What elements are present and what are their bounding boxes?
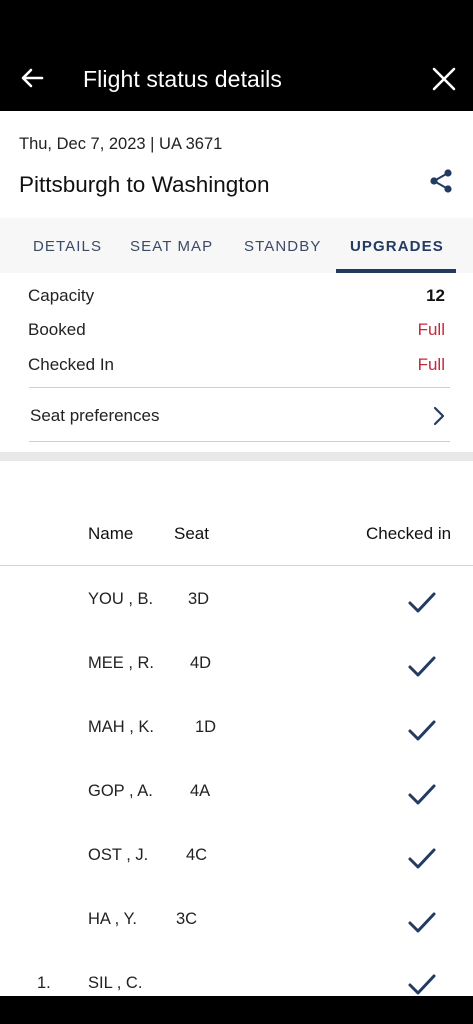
checkmark-icon: [408, 974, 436, 995]
flight-date-number: Thu, Dec 7, 2023 | UA 3671: [19, 135, 223, 153]
tab-standby[interactable]: STANDBY: [244, 238, 321, 255]
capacity-row: Capacity 12: [0, 286, 473, 320]
table-row: MEE , R. 4D: [0, 654, 473, 694]
table-row: OST , J. 4C: [0, 846, 473, 886]
seat-number: 3C: [176, 910, 198, 928]
seat-number: 4C: [186, 846, 208, 864]
seat-number: 3D: [188, 590, 210, 608]
tab-bar: DETAILS SEAT MAP STANDBY UPGRADES: [0, 218, 473, 273]
column-header-name: Name: [88, 524, 134, 543]
passenger-name: OST , J.: [88, 846, 149, 864]
app-bar: Flight status details: [0, 46, 473, 111]
seat-number: 4D: [190, 654, 212, 672]
arrow-left-icon[interactable]: [18, 64, 46, 92]
table-header: Name Seat Checked in: [0, 520, 473, 550]
passenger-name: HA , Y.: [88, 910, 137, 928]
divider: [29, 441, 450, 442]
passenger-name: YOU , B.: [88, 590, 154, 608]
checked-in-value: Full: [417, 355, 445, 374]
booked-row: Booked Full: [0, 320, 473, 354]
checkmark-icon: [408, 656, 436, 677]
tab-details[interactable]: DETAILS: [33, 238, 102, 255]
section-separator: [0, 452, 473, 461]
table-row: MAH , K. 1D: [0, 718, 473, 758]
passenger-name: SIL , C.: [88, 974, 143, 992]
capacity-label: Capacity: [28, 286, 95, 305]
table-header-divider: [0, 565, 473, 566]
row-number: 1.: [37, 974, 51, 992]
seat-preferences-row[interactable]: Seat preferences: [0, 388, 473, 442]
passenger-name: GOP , A.: [88, 782, 153, 800]
booked-value: Full: [417, 320, 445, 339]
chevron-right-icon: [433, 406, 445, 426]
share-icon[interactable]: [428, 168, 454, 194]
column-header-checked-in: Checked in: [366, 524, 452, 543]
checked-in-label: Checked In: [28, 355, 114, 374]
tab-seat-map[interactable]: SEAT MAP: [130, 238, 213, 255]
table-row: HA , Y. 3C: [0, 910, 473, 950]
table-row: YOU , B. 3D: [0, 590, 473, 630]
close-icon[interactable]: [430, 65, 458, 93]
flight-route: Pittsburgh to Washington: [19, 172, 270, 197]
seat-number: 4A: [190, 782, 211, 800]
checkmark-icon: [408, 720, 436, 741]
checkmark-icon: [408, 784, 436, 805]
flight-summary: Thu, Dec 7, 2023 | UA 3671 Pittsburgh to…: [0, 111, 473, 218]
page-title: Flight status details: [83, 66, 282, 92]
seat-preferences-label: Seat preferences: [30, 406, 160, 425]
checkmark-icon: [408, 912, 436, 933]
booked-label: Booked: [28, 320, 86, 339]
passenger-name: MEE , R.: [88, 654, 155, 672]
checkmark-icon: [408, 848, 436, 869]
checkmark-icon: [408, 592, 436, 613]
capacity-value: 12: [426, 286, 445, 305]
seat-number: 1D: [195, 718, 217, 736]
checked-in-row: Checked In Full: [0, 355, 473, 389]
column-header-seat: Seat: [174, 524, 209, 543]
system-nav-bar: [0, 996, 473, 1024]
passenger-name: MAH , K.: [88, 718, 155, 736]
tab-upgrades[interactable]: UPGRADES: [350, 238, 444, 255]
active-tab-indicator: [336, 269, 456, 273]
status-bar: [0, 0, 473, 46]
table-row: GOP , A. 4A: [0, 782, 473, 822]
